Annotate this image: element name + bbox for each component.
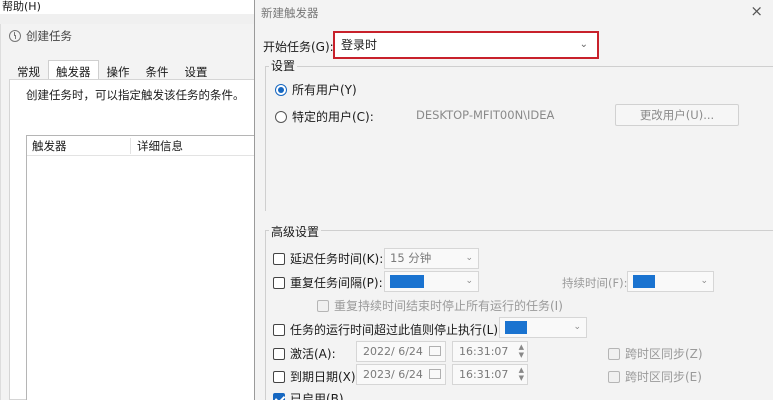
activate-date: 2022/ 6/24 xyxy=(363,345,423,358)
activate-date-field[interactable]: 2022/ 6/24 xyxy=(356,341,446,362)
window-title: 创建任务 xyxy=(9,28,72,44)
checkbox-icon xyxy=(273,323,285,336)
activate-label: 激活(A): xyxy=(290,347,336,361)
activate-checkbox[interactable]: 激活(A): xyxy=(273,345,336,362)
tab-actions[interactable]: 操作 xyxy=(99,60,138,80)
selection-highlight xyxy=(633,275,655,288)
selection-highlight xyxy=(505,321,527,334)
repeat-interval-combo[interactable]: ⌄ xyxy=(384,271,479,292)
delay-value: 15 分钟 xyxy=(390,251,432,265)
sync-tz-e-checkbox[interactable]: 跨时区同步(E) xyxy=(608,368,702,385)
duration-combo[interactable]: ⌄ xyxy=(627,271,714,292)
checkbox-icon xyxy=(608,370,620,383)
expire-date: 2023/ 6/24 xyxy=(363,368,423,381)
checkbox-icon xyxy=(273,276,285,289)
create-task-window: 创建任务 常规 触发器 操作 条件 设置 创建任务时，可以指定触发该任务的条件。… xyxy=(0,24,258,400)
task-scheduler-icon xyxy=(9,30,21,42)
dialog-title: 新建触发器 xyxy=(261,6,319,20)
window-title-text: 创建任务 xyxy=(26,29,72,43)
begin-task-value: 登录时 xyxy=(341,38,378,52)
menu-help[interactable]: 帮助(H) xyxy=(2,0,41,13)
delay-combo[interactable]: 15 分钟 ⌄ xyxy=(384,248,479,269)
stop-long-combo[interactable]: ⌄ xyxy=(499,317,587,338)
calendar-icon[interactable] xyxy=(429,346,441,356)
column-details[interactable]: 详细信息 xyxy=(131,138,183,154)
trigger-description: 创建任务时，可以指定触发该任务的条件。 xyxy=(26,88,245,102)
selection-highlight xyxy=(390,275,424,288)
table-header: 触发器 详细信息 xyxy=(27,136,257,156)
checkbox-icon xyxy=(273,370,285,383)
checkmark-icon xyxy=(273,392,285,400)
activate-time-field[interactable]: 16:31:07 ▲ ▼ xyxy=(452,341,528,362)
menu-bar: 帮助(H) xyxy=(0,0,260,14)
radio-any-user-label: 所有用户(Y) xyxy=(292,83,357,97)
tab-bar: 常规 触发器 操作 条件 设置 xyxy=(9,60,216,80)
delay-label: 延迟任务时间(K): xyxy=(290,252,384,266)
tab-general[interactable]: 常规 xyxy=(9,60,48,80)
user-name: DESKTOP-MFIT00N\IDEA xyxy=(416,108,555,122)
sync-tz-z-label: 跨时区同步(Z) xyxy=(625,347,703,361)
tab-triggers[interactable]: 触发器 xyxy=(48,60,99,80)
enabled-label: 已启用(B) xyxy=(290,392,344,400)
radio-specific-user[interactable]: 特定的用户(C): xyxy=(275,108,374,125)
chevron-down-icon: ⌄ xyxy=(700,276,708,286)
calendar-icon[interactable] xyxy=(429,369,441,379)
column-trigger[interactable]: 触发器 xyxy=(27,137,131,154)
duration-label: 持续时间(F): xyxy=(562,276,628,290)
sync-tz-e-label: 跨时区同步(E) xyxy=(625,370,702,384)
stop-long-checkbox[interactable]: 任务的运行时间超过此值则停止执行(L): xyxy=(273,321,502,338)
chevron-down-icon: ⌄ xyxy=(573,322,581,332)
expire-time-field[interactable]: 16:31:07 ▲ ▼ xyxy=(452,364,528,385)
stop-long-label: 任务的运行时间超过此值则停止执行(L): xyxy=(290,323,503,337)
chevron-down-icon: ⌄ xyxy=(579,39,588,50)
close-icon[interactable]: × xyxy=(750,2,763,20)
triggers-panel: 创建任务时，可以指定触发该任务的条件。 触发器 详细信息 xyxy=(9,79,258,400)
new-trigger-dialog: 新建触发器 × 开始任务(G): 登录时 ⌄ 设置 所有用户(Y) 特定的用户(… xyxy=(254,0,773,400)
expire-date-field[interactable]: 2023/ 6/24 xyxy=(356,364,446,385)
spinner-icon[interactable]: ▲ ▼ xyxy=(519,343,524,359)
radio-specific-user-label: 特定的用户(C): xyxy=(292,110,374,124)
tab-conditions[interactable]: 条件 xyxy=(138,60,177,80)
repeat-checkbox[interactable]: 重复任务间隔(P): xyxy=(273,274,383,291)
sync-tz-z-checkbox[interactable]: 跨时区同步(Z) xyxy=(608,345,703,362)
triggers-table[interactable]: 触发器 详细信息 xyxy=(26,135,258,400)
radio-selected-icon xyxy=(275,83,287,96)
expire-checkbox[interactable]: 到期日期(X): xyxy=(273,368,360,385)
radio-any-user[interactable]: 所有用户(Y) xyxy=(275,81,357,98)
chevron-down-icon: ⌄ xyxy=(465,253,473,263)
radio-unselected-icon xyxy=(275,110,287,123)
begin-task-select[interactable]: 登录时 ⌄ xyxy=(333,31,599,59)
expire-time: 16:31:07 xyxy=(459,368,509,381)
expire-label: 到期日期(X): xyxy=(290,370,360,384)
enabled-checkbox[interactable]: 已启用(B) xyxy=(273,390,344,400)
tab-settings[interactable]: 设置 xyxy=(177,60,216,80)
begin-task-label: 开始任务(G): xyxy=(263,40,334,54)
activate-time: 16:31:07 xyxy=(459,345,509,358)
stop-all-checkbox[interactable]: 重复持续时间结束时停止所有运行的任务(I) xyxy=(317,297,563,314)
chevron-down-icon: ⌄ xyxy=(465,276,473,286)
advanced-legend: 高级设置 xyxy=(269,223,322,240)
spinner-icon[interactable]: ▲ ▼ xyxy=(519,366,524,382)
settings-legend: 设置 xyxy=(269,57,298,74)
stop-all-label: 重复持续时间结束时停止所有运行的任务(I) xyxy=(334,299,563,313)
checkbox-icon xyxy=(273,252,285,265)
change-user-button[interactable]: 更改用户(U)... xyxy=(615,104,739,126)
checkbox-icon xyxy=(317,299,329,312)
delay-checkbox[interactable]: 延迟任务时间(K): xyxy=(273,250,383,267)
repeat-label: 重复任务间隔(P): xyxy=(290,276,383,290)
checkbox-icon xyxy=(608,347,620,360)
checkbox-icon xyxy=(273,347,285,360)
